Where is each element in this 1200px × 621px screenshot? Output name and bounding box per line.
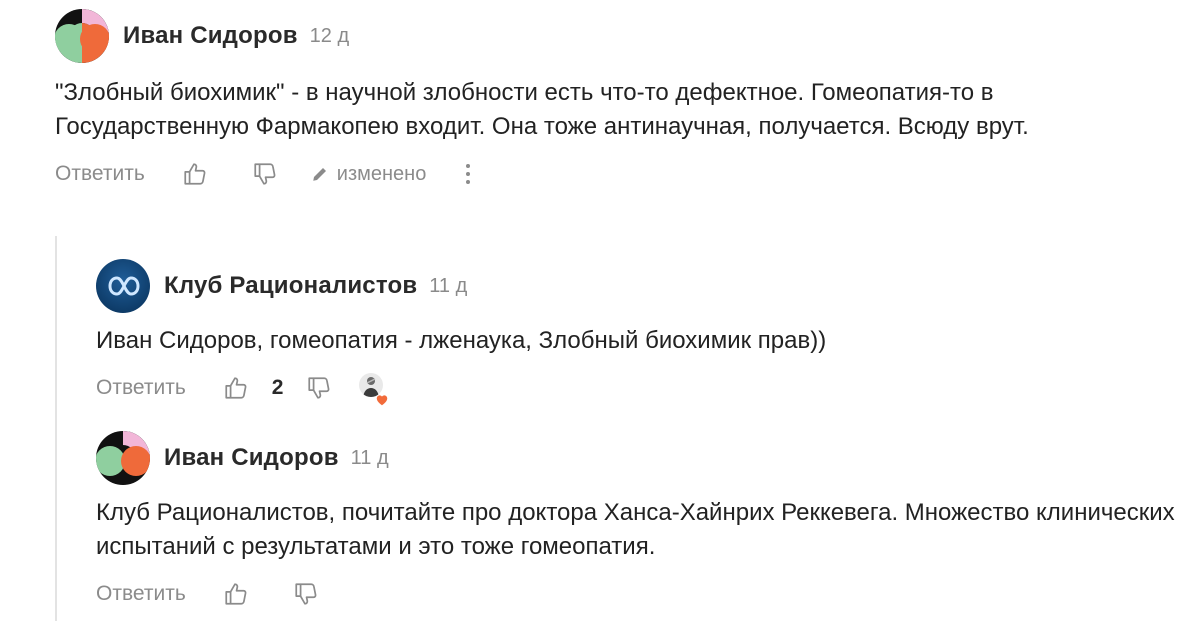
comment-actions: Ответить 2 (96, 368, 1176, 408)
author-name[interactable]: Клуб Рационалистов (164, 272, 417, 300)
comment: Иван Сидоров 12 д "Злобный биохимик" - в… (55, 8, 1185, 194)
more-vertical-icon[interactable] (466, 164, 471, 184)
comment-time: 12 д (309, 24, 350, 47)
heart-icon (375, 389, 389, 406)
reply-thread-line (55, 236, 57, 621)
comment-header: Иван Сидоров 11 д (96, 430, 1176, 486)
thumbs-up-icon[interactable] (220, 578, 252, 610)
liked-by-author-indicator[interactable] (359, 373, 389, 406)
thumbs-up-icon[interactable] (179, 158, 211, 190)
like-count: 2 (271, 376, 284, 399)
comment-time: 11 д (429, 274, 468, 297)
comment-text: "Злобный биохимик" - в научной злобности… (55, 79, 1029, 140)
thumbs-down-icon[interactable] (290, 578, 322, 610)
thumbs-down-icon[interactable] (249, 158, 281, 190)
reply-button[interactable]: Ответить (55, 162, 145, 186)
comment: Клуб Рационалистов 11 д Иван Сидоров, го… (96, 258, 1176, 408)
reply-button[interactable]: Ответить (96, 376, 186, 400)
comment-header: Иван Сидоров 12 д (55, 8, 1185, 64)
avatar[interactable] (96, 259, 150, 313)
comment-text: Иван Сидоров, гомеопатия - лженаука, Зло… (96, 327, 827, 354)
thumbs-up-icon[interactable] (220, 372, 252, 404)
comment-header: Клуб Рационалистов 11 д (96, 258, 1176, 314)
comment-actions: Ответить изменено (55, 154, 1185, 194)
author-name[interactable]: Иван Сидоров (123, 22, 298, 50)
avatar[interactable] (55, 9, 109, 63)
comment-actions: Ответить (96, 574, 1176, 614)
comment-time: 11 д (350, 446, 389, 469)
avatar[interactable] (96, 431, 150, 485)
pencil-icon (311, 165, 329, 183)
edited-label: изменено (336, 162, 427, 185)
comment-text: Клуб Рационалистов, почитайте про доктор… (96, 499, 1182, 560)
author-name[interactable]: Иван Сидоров (164, 444, 339, 472)
thumbs-down-icon[interactable] (303, 372, 335, 404)
comment: Иван Сидоров 11 д Клуб Рационалистов, по… (96, 430, 1176, 614)
edited-indicator: изменено (311, 162, 427, 186)
reply-button[interactable]: Ответить (96, 582, 186, 606)
